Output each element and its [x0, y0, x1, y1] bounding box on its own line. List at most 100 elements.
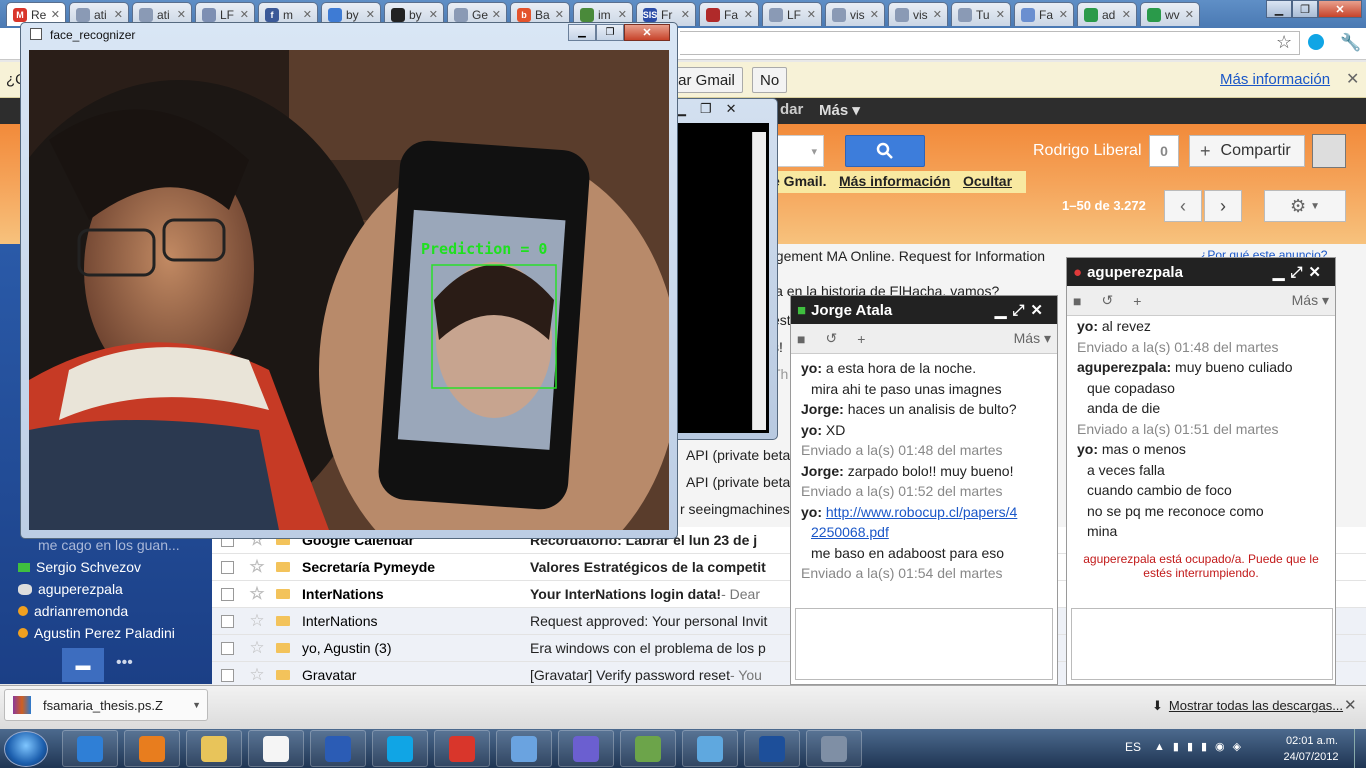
- chat-header[interactable]: ● aguperezpala ▁⤢✕: [1067, 258, 1335, 286]
- tab-close-icon[interactable]: ✕: [555, 8, 564, 21]
- settings-button[interactable]: ⚙ ▼: [1264, 190, 1346, 222]
- contact-item[interactable]: me cago en los guan...: [18, 537, 180, 553]
- skype-extension-icon[interactable]: [1308, 34, 1324, 50]
- phone-icon[interactable]: ↺: [825, 330, 837, 347]
- tab-close-icon[interactable]: ✕: [744, 8, 753, 21]
- taskbar-button[interactable]: [310, 730, 366, 767]
- ad-text[interactable]: agement MA Online. Request for Informati…: [768, 248, 1045, 264]
- row-checkbox[interactable]: [221, 560, 234, 574]
- importance-marker-icon[interactable]: [276, 643, 290, 653]
- scrollbar[interactable]: [752, 132, 766, 430]
- tab-12[interactable]: Fa ✕: [699, 2, 759, 26]
- add-person-icon[interactable]: +: [1133, 293, 1141, 309]
- chat-window-buttons[interactable]: ▁⤢✕: [995, 301, 1049, 319]
- tab-13[interactable]: LF ✕: [762, 2, 822, 26]
- tab-19[interactable]: wv ✕: [1140, 2, 1200, 26]
- close-button[interactable]: ✕: [1318, 0, 1362, 18]
- add-person-icon[interactable]: +: [857, 331, 865, 347]
- show-desktop-button[interactable]: [1354, 729, 1366, 768]
- next-page-button[interactable]: ›: [1204, 190, 1242, 222]
- importance-marker-icon[interactable]: [276, 562, 290, 572]
- chat-input[interactable]: [795, 608, 1053, 680]
- minimize-button[interactable]: ▁: [568, 24, 596, 41]
- tab-close-icon[interactable]: ✕: [1059, 8, 1068, 21]
- row-checkbox[interactable]: [221, 668, 234, 682]
- row-checkbox[interactable]: [221, 587, 234, 601]
- chevron-down-icon[interactable]: ▼: [192, 700, 201, 710]
- tab-close-icon[interactable]: ✕: [429, 8, 438, 21]
- more-info-link[interactable]: Más información: [1220, 71, 1330, 88]
- download-bar-close-icon[interactable]: ✕: [1344, 696, 1357, 714]
- start-button[interactable]: [4, 731, 48, 767]
- chat-more-menu[interactable]: Más ▾: [1014, 330, 1051, 347]
- taskbar-button[interactable]: [124, 730, 180, 767]
- more-options-icon[interactable]: •••: [116, 654, 133, 672]
- taskbar-button[interactable]: [806, 730, 862, 767]
- gbar-partial-item[interactable]: dar: [780, 101, 803, 118]
- taskbar-button[interactable]: [434, 730, 490, 767]
- contact-item[interactable]: adrianremonda: [18, 603, 128, 619]
- language-indicator[interactable]: ES: [1125, 740, 1141, 754]
- maximize-button[interactable]: ❐: [596, 24, 624, 41]
- tab-16[interactable]: Tu ✕: [951, 2, 1011, 26]
- tab-17[interactable]: Fa ✕: [1014, 2, 1074, 26]
- mid-row-1[interactable]: API (private beta: [686, 447, 790, 463]
- taskbar-button[interactable]: [186, 730, 242, 767]
- promo-hide-link[interactable]: Ocultar: [963, 173, 1012, 189]
- prev-page-button[interactable]: ‹: [1164, 190, 1202, 222]
- star-icon[interactable]: ☆: [242, 557, 272, 577]
- share-button[interactable]: + Compartir: [1189, 135, 1305, 167]
- contact-item[interactable]: Sergio Schvezov: [18, 559, 141, 575]
- star-icon[interactable]: ☆: [242, 611, 272, 631]
- chat-header[interactable]: ■ Jorge Atala ▁⤢✕: [791, 296, 1057, 324]
- contact-item[interactable]: aguperezpala: [18, 581, 123, 597]
- tab-18[interactable]: ad ✕: [1077, 2, 1137, 26]
- tab-close-icon[interactable]: ✕: [618, 8, 627, 21]
- tab-close-icon[interactable]: ✕: [492, 8, 501, 21]
- star-icon[interactable]: ☆: [242, 665, 272, 685]
- clock-time[interactable]: 02:01 a.m.: [1283, 735, 1341, 747]
- minimize-button[interactable]: ▁: [1266, 0, 1292, 18]
- camera-icon[interactable]: ■: [1073, 293, 1081, 309]
- taskbar-button[interactable]: [558, 730, 614, 767]
- secondary-window-buttons[interactable]: ▁❐✕: [676, 101, 751, 117]
- mid-row-3[interactable]: r seeingmachines: [680, 501, 790, 517]
- chat-window-buttons[interactable]: ▁⤢✕: [1273, 263, 1327, 281]
- star-icon[interactable]: ☆: [242, 638, 272, 658]
- tab-14[interactable]: vis ✕: [825, 2, 885, 26]
- camera-icon[interactable]: ■: [797, 331, 805, 347]
- tab-close-icon[interactable]: ✕: [681, 8, 690, 21]
- message-link[interactable]: http://www.robocup.cl/papers/4: [826, 504, 1017, 520]
- taskbar-button[interactable]: [372, 730, 428, 767]
- avatar[interactable]: [1312, 134, 1346, 168]
- taskbar-button[interactable]: [620, 730, 676, 767]
- taskbar-button[interactable]: [62, 730, 118, 767]
- tab-close-icon[interactable]: ✕: [240, 8, 249, 21]
- tab-close-icon[interactable]: ✕: [1185, 8, 1194, 21]
- tab-close-icon[interactable]: ✕: [1122, 8, 1131, 21]
- contact-item[interactable]: Agustin Perez Paladini: [18, 625, 175, 641]
- tab-close-icon[interactable]: ✕: [996, 8, 1005, 21]
- message-link-cont[interactable]: 2250068.pdf: [811, 524, 889, 540]
- importance-marker-icon[interactable]: [276, 616, 290, 626]
- taskbar-button[interactable]: [744, 730, 800, 767]
- tab-close-icon[interactable]: ✕: [807, 8, 816, 21]
- address-bar[interactable]: [680, 31, 1300, 55]
- bookmark-star-icon[interactable]: ☆: [1276, 32, 1292, 53]
- infobar-close-icon[interactable]: ✕: [1346, 69, 1359, 89]
- download-item[interactable]: fsamaria_thesis.ps.Z ▼: [4, 689, 208, 721]
- tab-close-icon[interactable]: ✕: [303, 8, 312, 21]
- chat-more-menu[interactable]: Más ▾: [1292, 292, 1329, 309]
- tab-close-icon[interactable]: ✕: [51, 8, 60, 21]
- close-button[interactable]: ✕: [624, 24, 670, 41]
- tab-15[interactable]: vis ✕: [888, 2, 948, 26]
- notification-count[interactable]: 0: [1149, 135, 1179, 167]
- clock-date[interactable]: 24/07/2012: [1281, 751, 1341, 763]
- tab-close-icon[interactable]: ✕: [933, 8, 942, 21]
- tab-close-icon[interactable]: ✕: [366, 8, 375, 21]
- tray-icons[interactable]: ▲▮▮▮◉◈: [1154, 740, 1249, 753]
- taskbar-button[interactable]: [496, 730, 552, 767]
- row-checkbox[interactable]: [221, 614, 234, 628]
- row-checkbox[interactable]: [221, 641, 234, 655]
- promo-more-link[interactable]: Más información: [839, 173, 950, 189]
